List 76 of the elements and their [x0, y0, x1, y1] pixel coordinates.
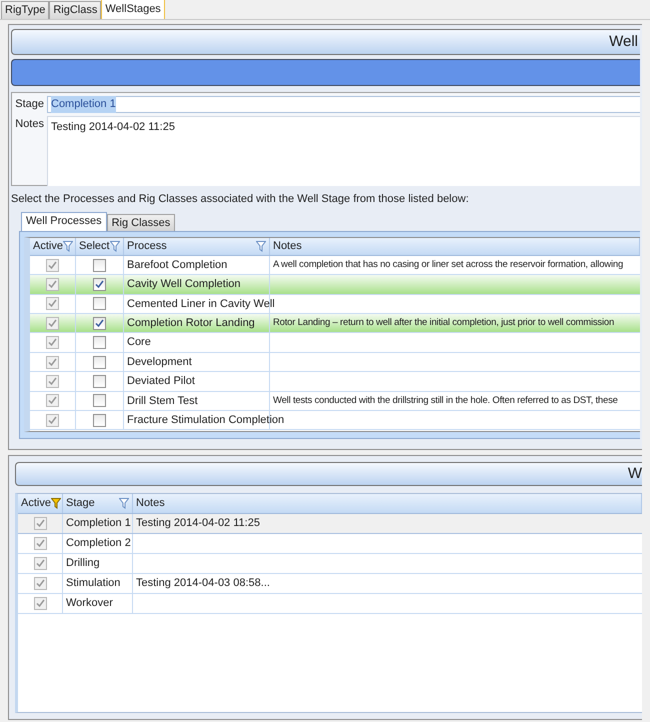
table-cell-text: Cemented Liner in Cavity Well: [127, 296, 275, 312]
table-cell-text: Cavity Well Completion: [127, 277, 241, 292]
checkbox[interactable]: [93, 336, 106, 350]
filter-icon[interactable]: [110, 240, 120, 252]
column-title: Process: [127, 238, 167, 254]
checkbox[interactable]: [93, 356, 106, 369]
column-header[interactable]: Active: [30, 238, 76, 255]
table-row[interactable]: Completion 1 Testing 2014-04-02 11:25: [18, 514, 642, 534]
table-cell-text: Development: [127, 354, 192, 370]
table-row[interactable]: Stimulation Testing 2014-04-03 08:58...: [18, 574, 642, 594]
checkmark-icon: [95, 280, 104, 289]
checkbox[interactable]: [93, 374, 106, 388]
table-cell-text: Fracture Stimulation Completion: [127, 412, 284, 428]
column-header[interactable]: Active: [18, 494, 63, 513]
table-row[interactable]: Core: [30, 333, 640, 353]
table-row[interactable]: Workover: [18, 594, 642, 614]
input-value: Completion 1: [51, 96, 116, 113]
table-row[interactable]: Completion Rotor Landing Rotor Landing – return to well after the initial completion, just prior to well commission: [30, 314, 640, 334]
table-row[interactable]: Cemented Liner in Cavity Well: [30, 294, 640, 314]
tab[interactable]: WellStages: [101, 0, 165, 19]
table-cell-text: Completion 2: [66, 536, 131, 552]
instruction-text: Select the Processes and Rig Classes associated with the Well Stage from those listed below:: [11, 192, 470, 207]
column-header[interactable]: Stage: [63, 494, 133, 513]
table-row[interactable]: Drilling: [18, 554, 642, 574]
tab[interactable]: Rig Classes: [106, 214, 176, 230]
column-title: Select: [79, 238, 110, 254]
column-title: Notes: [273, 238, 302, 254]
table-cell-text: Core: [127, 335, 151, 350]
table-cell-text: Drilling: [66, 556, 100, 572]
table-row[interactable]: Barefoot Completion A well completion that has no casing or liner set across the reservoir formation, allowing: [30, 256, 640, 276]
table-cell-text: Stimulation: [66, 576, 120, 592]
table-cell: Well tests conducted with the drillstring still in the hole. Often referred to as DST, these: [273, 394, 618, 408]
checkmark-icon: [95, 318, 104, 328]
table-row[interactable]: Cavity Well Completion: [30, 275, 640, 295]
field-label: Notes: [15, 117, 44, 132]
column-header[interactable]: Notes: [133, 494, 642, 513]
filter-icon[interactable]: [50, 498, 61, 509]
table-cell-text: A well completion that has no casing or liner set across the reservoir formation, allowing: [273, 258, 624, 272]
table-row[interactable]: Fracture Stimulation Completion: [30, 411, 640, 430]
notes-input[interactable]: Testing 2014-04-02 11:25: [47, 116, 640, 186]
column-title: Stage: [66, 496, 95, 512]
table-row[interactable]: Deviated Pilot: [30, 372, 640, 392]
tab[interactable]: RigType: [1, 1, 50, 19]
section-header: Well: [11, 29, 640, 55]
column-header[interactable]: Notes: [270, 238, 640, 255]
table-cell-text: Deviated Pilot: [127, 374, 195, 390]
checkbox[interactable]: [93, 278, 106, 291]
table-cell: Rotor Landing – return to well after the initial completion, just prior to well commission: [273, 316, 614, 330]
column-title: Active: [33, 238, 63, 254]
column-title: Notes: [136, 496, 165, 512]
field-label: Stage: [15, 97, 44, 112]
table-row[interactable]: Development: [30, 352, 640, 372]
filter-icon[interactable]: [119, 498, 129, 509]
filter-icon[interactable]: [256, 240, 266, 252]
table-cell-text: Barefoot Completion: [127, 258, 228, 273]
table-cell-text: Workover: [66, 596, 113, 612]
table-cell-text: Drill Stem Test: [127, 394, 198, 409]
checkbox[interactable]: [93, 414, 106, 427]
table-cell-text: Completion 1: [66, 516, 131, 532]
table-cell-text: Testing 2014-04-03 08:58...: [136, 576, 270, 592]
table-cell-text: Testing 2014-04-02 11:25: [136, 516, 260, 532]
table-row[interactable]: Drill Stem Test Well tests conducted with the drillstring still in the hole. Often referred to as DST, these: [30, 392, 640, 412]
filter-icon[interactable]: [62, 240, 73, 252]
checkbox[interactable]: [93, 394, 106, 408]
checkbox[interactable]: [93, 297, 106, 310]
stage-input[interactable]: Completion 1: [47, 96, 640, 113]
tab[interactable]: RigClass: [49, 1, 102, 19]
checkbox[interactable]: [93, 316, 106, 330]
table-cell-text: Completion Rotor Landing: [127, 316, 255, 332]
section-header: W: [15, 462, 642, 486]
tab[interactable]: Well Processes: [21, 212, 107, 230]
column-header[interactable]: Select: [76, 238, 124, 255]
table-row[interactable]: Completion 2: [18, 534, 642, 554]
checkbox[interactable]: [93, 258, 106, 272]
column-title: Active: [21, 496, 51, 512]
column-header[interactable]: Process: [124, 238, 270, 255]
